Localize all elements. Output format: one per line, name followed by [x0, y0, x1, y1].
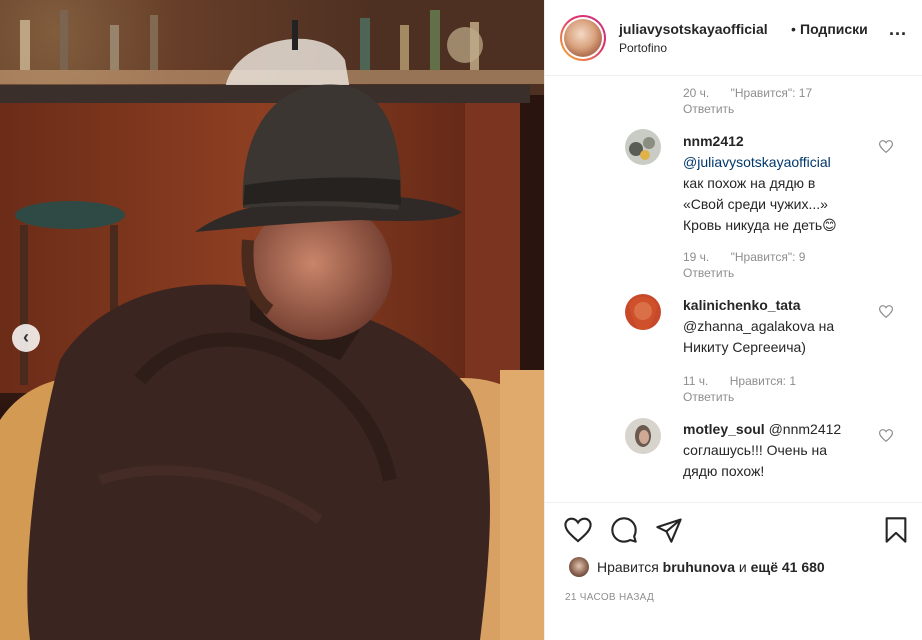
heart-icon[interactable] — [564, 517, 592, 543]
comment-time: 19 ч. — [683, 250, 710, 264]
comment-icon[interactable] — [610, 516, 638, 544]
post-actions-bar — [545, 502, 922, 562]
paper-plane-icon[interactable] — [655, 516, 683, 544]
commenter-avatar[interactable] — [625, 418, 661, 454]
comment-meta: 20 ч. "Нравится": 17 — [683, 86, 812, 100]
comment-time: 11 ч. — [683, 374, 709, 388]
comment-body: kalinichenko_tata @zhanna_agalakova на Н… — [683, 295, 834, 358]
like-comment-heart-icon[interactable] — [879, 429, 893, 442]
likes-count[interactable]: ещё 41 680 — [751, 559, 825, 575]
liker-avatar — [569, 557, 589, 577]
post-location[interactable]: Portofino — [619, 41, 667, 55]
comment-line: Никиту Сергееича) — [683, 339, 806, 355]
like-comment-heart-icon[interactable] — [879, 140, 893, 153]
reply-button[interactable]: Ответить — [683, 390, 734, 404]
author-avatar[interactable] — [560, 15, 606, 61]
post-header: juliavysotskayaofficial • Подписки Porto… — [545, 0, 922, 76]
comment-line: соглашусь!!! Очень на — [683, 442, 828, 458]
comment-line: «Свой среди чужих...» — [683, 196, 828, 212]
comment-meta: 11 ч. Нравится: 1 — [683, 374, 796, 388]
comment-meta: 19 ч. "Нравится": 9 — [683, 250, 805, 264]
comment-mention[interactable]: @nnm2412 — [769, 421, 842, 437]
comment-time: 20 ч. — [683, 86, 710, 100]
reply-button[interactable]: Ответить — [683, 102, 734, 116]
likes-summary[interactable]: Нравится bruhunova и ещё 41 680 — [569, 556, 825, 578]
photo-scene — [0, 0, 544, 640]
reply-button[interactable]: Ответить — [683, 266, 734, 280]
author-username[interactable]: juliavysotskayaofficial — [619, 21, 768, 37]
comment-body: motley_soul @nnm2412 соглашусь!!! Очень … — [683, 419, 841, 482]
comment-line: как похож на дядю в — [683, 175, 816, 191]
commenter-avatar[interactable] — [625, 129, 661, 165]
comment-likes-count[interactable]: "Нравится": 17 — [731, 86, 813, 100]
chevron-left-icon: ‹ — [23, 327, 29, 347]
previous-photo-button[interactable]: ‹ — [12, 324, 40, 352]
post-timestamp[interactable]: 21 часов назад — [565, 592, 654, 603]
liker-username[interactable]: bruhunova — [663, 559, 735, 575]
commenter-username[interactable]: nnm2412 — [683, 133, 744, 149]
follow-status-button[interactable]: Подписки — [800, 21, 868, 37]
header-separator: • — [791, 21, 796, 37]
comment-line: Кровь никуда не деть😊 — [683, 217, 837, 233]
commenter-avatar[interactable] — [625, 294, 661, 330]
commenter-username[interactable]: motley_soul — [683, 421, 765, 437]
comment-line: @zhanna_agalakova на — [683, 318, 835, 334]
comment-likes-count[interactable]: "Нравится": 9 — [731, 250, 806, 264]
comment-likes-count[interactable]: Нравится: 1 — [730, 374, 796, 388]
likes-prefix: Нравится — [597, 559, 659, 575]
more-options-button[interactable]: ... — [889, 20, 907, 38]
comment-line: дядю похож! — [683, 463, 765, 479]
likes-conjunction: и — [738, 559, 747, 575]
bookmark-icon[interactable] — [883, 516, 909, 544]
post-photo[interactable]: ‹ — [0, 0, 544, 640]
comment-line[interactable]: @juliavysotskayaofficial — [683, 152, 837, 173]
comment-body: nnm2412 @juliavysotskayaofficial как пох… — [683, 131, 837, 236]
post-side-panel: juliavysotskayaofficial • Подписки Porto… — [544, 0, 922, 640]
commenter-username[interactable]: kalinichenko_tata — [683, 297, 801, 313]
like-comment-heart-icon[interactable] — [879, 305, 893, 318]
